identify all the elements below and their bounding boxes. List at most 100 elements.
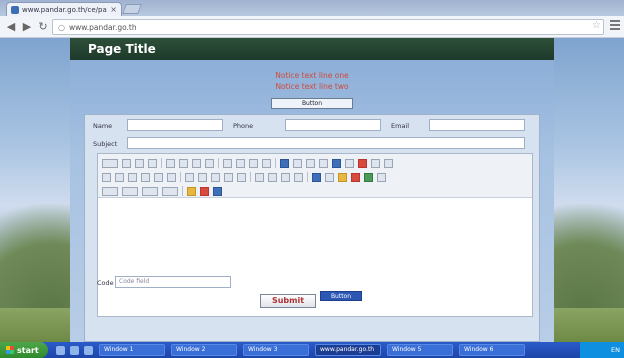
background-color-icon[interactable] bbox=[364, 172, 373, 182]
system-tray: EN bbox=[580, 342, 624, 358]
cut-icon[interactable] bbox=[166, 158, 175, 168]
reload-icon[interactable]: ↻ bbox=[36, 20, 50, 34]
paste-icon[interactable] bbox=[192, 158, 201, 168]
start-button[interactable]: start bbox=[0, 342, 48, 358]
underline-icon[interactable] bbox=[128, 172, 137, 182]
numbered-list-icon[interactable] bbox=[185, 172, 194, 182]
forward-arrow-icon[interactable]: ▶ bbox=[20, 20, 34, 34]
new-page-icon[interactable] bbox=[135, 158, 144, 168]
address-bar[interactable]: ○ www.pandar.go.th bbox=[52, 19, 604, 35]
subject-input[interactable] bbox=[127, 137, 525, 149]
taskbar-item[interactable]: Window 2 bbox=[171, 344, 237, 356]
close-tab-icon[interactable]: × bbox=[110, 5, 117, 14]
page-viewport: Page Title Notice text line one Notice t… bbox=[0, 38, 624, 342]
checkbox-icon[interactable] bbox=[293, 158, 302, 168]
align-center-icon[interactable] bbox=[268, 172, 277, 182]
phone-label: Phone bbox=[233, 122, 254, 130]
bold-icon[interactable] bbox=[102, 172, 111, 182]
notice-line-1: Notice text line one bbox=[275, 71, 349, 80]
browser-launch-icon[interactable] bbox=[70, 345, 79, 355]
image-icon[interactable] bbox=[332, 158, 341, 168]
format-dropdown[interactable] bbox=[122, 186, 138, 196]
quick-launch bbox=[56, 345, 93, 355]
back-arrow-icon[interactable]: ◀ bbox=[4, 20, 18, 34]
main-content: Page Title Notice text line one Notice t… bbox=[70, 38, 554, 342]
media-launch-icon[interactable] bbox=[84, 345, 93, 355]
radio-icon[interactable] bbox=[306, 158, 315, 168]
browser-toolbar: ◀ ▶ ↻ ○ www.pandar.go.th ☆ bbox=[0, 16, 624, 38]
page-title: Page Title bbox=[70, 38, 554, 60]
unlink-icon[interactable] bbox=[325, 172, 334, 182]
taskbar-item[interactable]: www.pandar.go.th bbox=[315, 344, 381, 356]
bulleted-list-icon[interactable] bbox=[198, 172, 207, 182]
windows-taskbar: start Window 1 Window 2 Window 3 www.pan… bbox=[0, 342, 624, 358]
taskbar-item[interactable]: Window 3 bbox=[243, 344, 309, 356]
editor-toolbar-row-1 bbox=[102, 157, 393, 169]
about-icon[interactable] bbox=[213, 186, 222, 196]
show-desktop-icon[interactable] bbox=[56, 345, 65, 355]
taskbar-item[interactable]: Window 5 bbox=[387, 344, 453, 356]
table-icon[interactable] bbox=[345, 158, 354, 168]
name-input[interactable] bbox=[127, 119, 223, 131]
subject-label: Subject bbox=[93, 140, 118, 148]
preview-icon[interactable] bbox=[148, 158, 157, 168]
maximize-icon[interactable] bbox=[377, 172, 386, 182]
captcha-input[interactable]: Code field bbox=[115, 276, 231, 288]
align-left-icon[interactable] bbox=[255, 172, 264, 182]
language-indicator[interactable]: EN bbox=[611, 346, 620, 354]
text-color-picker-icon[interactable] bbox=[187, 186, 196, 196]
browser-tab[interactable]: www.pandar.go.th/ce/page × bbox=[6, 2, 122, 16]
paste-text-icon[interactable] bbox=[205, 158, 214, 168]
taskbar-item[interactable]: Window 1 bbox=[99, 344, 165, 356]
font-dropdown[interactable] bbox=[142, 186, 158, 196]
indent-icon[interactable] bbox=[224, 172, 233, 182]
toolbar-separator bbox=[250, 172, 251, 182]
form-icon[interactable] bbox=[280, 158, 289, 168]
toolbar-separator bbox=[161, 158, 162, 168]
name-label: Name bbox=[93, 122, 113, 130]
subscript-icon[interactable] bbox=[154, 172, 163, 182]
notice-button[interactable]: Button bbox=[271, 98, 353, 109]
chrome-menu-icon[interactable] bbox=[610, 20, 620, 32]
highlight-color-icon[interactable] bbox=[200, 186, 209, 196]
favicon-icon bbox=[11, 5, 19, 14]
align-right-icon[interactable] bbox=[281, 172, 290, 182]
link-icon[interactable] bbox=[312, 172, 321, 182]
tab-title: www.pandar.go.th/ce/page bbox=[22, 5, 108, 14]
anchor-icon[interactable] bbox=[338, 172, 347, 182]
source-icon[interactable] bbox=[102, 158, 118, 168]
toolbar-separator bbox=[182, 186, 183, 196]
text-color-icon[interactable] bbox=[351, 172, 360, 182]
secondary-button[interactable]: Button bbox=[320, 291, 362, 301]
replace-icon[interactable] bbox=[262, 158, 271, 168]
smiley-icon[interactable] bbox=[384, 158, 393, 168]
taskbar-item[interactable]: Window 6 bbox=[459, 344, 525, 356]
toolbar-separator bbox=[218, 158, 219, 168]
superscript-icon[interactable] bbox=[167, 172, 176, 182]
outdent-icon[interactable] bbox=[211, 172, 220, 182]
size-dropdown[interactable] bbox=[162, 186, 178, 196]
flash-icon[interactable] bbox=[358, 158, 367, 168]
email-input[interactable] bbox=[429, 119, 525, 131]
italic-icon[interactable] bbox=[115, 172, 124, 182]
style-dropdown[interactable] bbox=[102, 186, 118, 196]
copy-icon[interactable] bbox=[179, 158, 188, 168]
editor-toolbar-row-3 bbox=[102, 185, 222, 197]
strike-icon[interactable] bbox=[141, 172, 150, 182]
toolbar-separator bbox=[275, 158, 276, 168]
submit-button[interactable]: Submit bbox=[260, 294, 316, 308]
toolbar-separator bbox=[307, 172, 308, 182]
redo-icon[interactable] bbox=[236, 158, 245, 168]
new-tab-button[interactable] bbox=[122, 4, 142, 14]
phone-input[interactable] bbox=[285, 119, 381, 131]
page-info-icon: ○ bbox=[58, 22, 65, 32]
save-icon[interactable] bbox=[122, 158, 131, 168]
undo-icon[interactable] bbox=[223, 158, 232, 168]
star-icon[interactable]: ☆ bbox=[592, 20, 601, 31]
captcha-label: Code bbox=[97, 279, 114, 287]
horizontal-rule-icon[interactable] bbox=[371, 158, 380, 168]
justify-icon[interactable] bbox=[294, 172, 303, 182]
textfield-icon[interactable] bbox=[319, 158, 328, 168]
find-icon[interactable] bbox=[249, 158, 258, 168]
blockquote-icon[interactable] bbox=[237, 172, 246, 182]
